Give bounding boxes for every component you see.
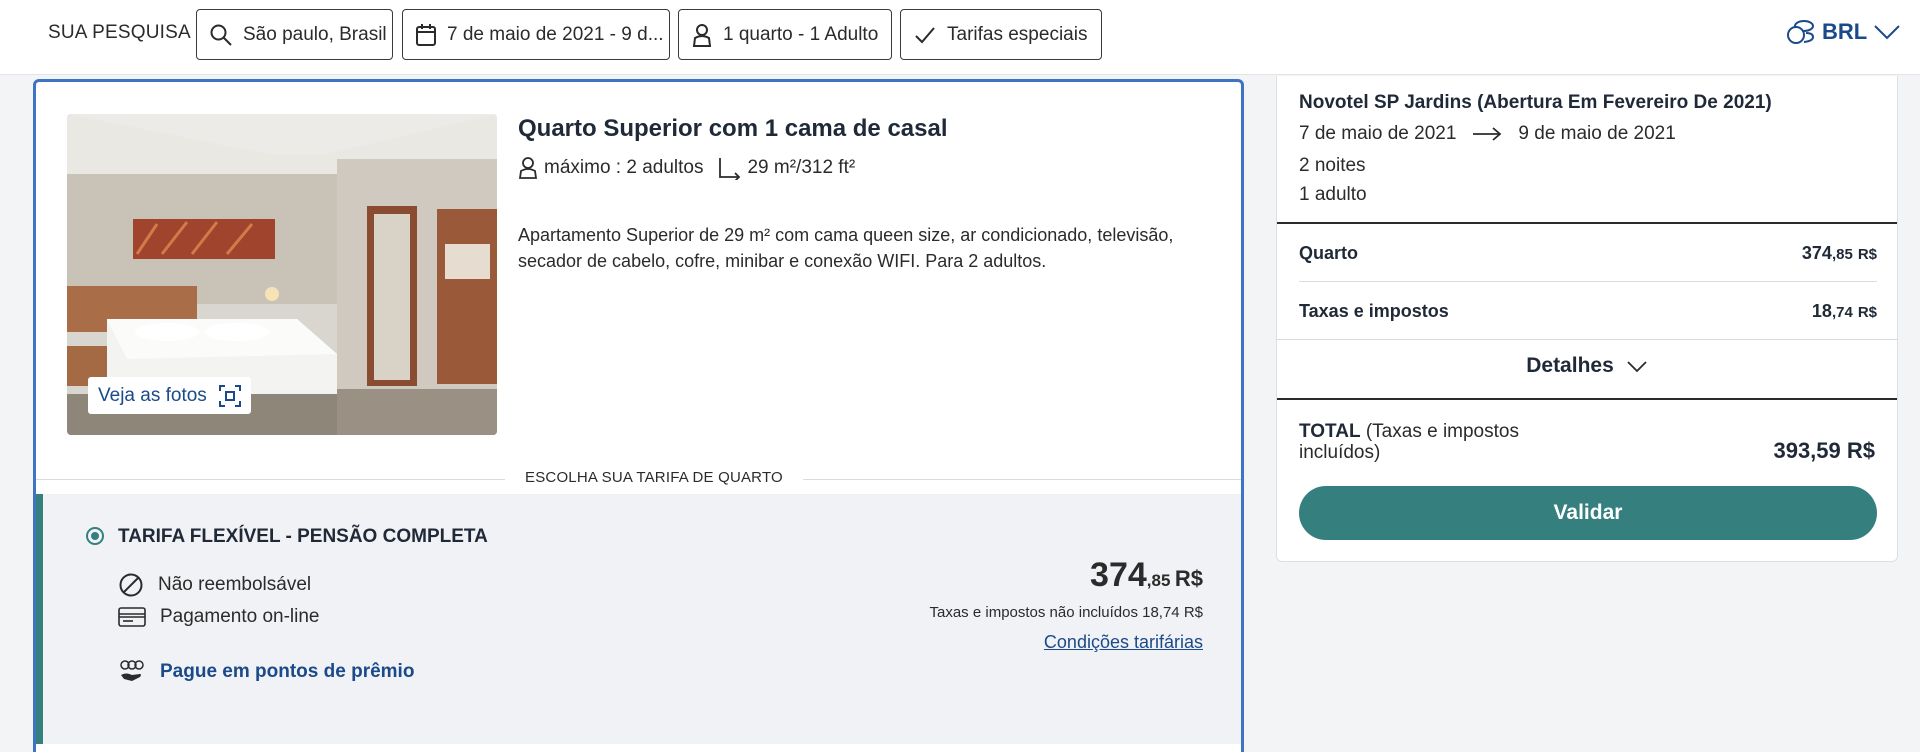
expand-icon xyxy=(218,384,241,407)
person-icon xyxy=(692,23,712,47)
total-title: TOTAL xyxy=(1299,421,1361,442)
rate-price-cents: ,85 xyxy=(1146,571,1171,590)
room-title: Quarto Superior com 1 cama de casal xyxy=(518,115,948,142)
rate-tax-note: Taxas e impostos não incluídos 18,74 R$ xyxy=(929,604,1204,621)
total-amount: 393,59 R$ xyxy=(1773,438,1875,463)
pay-with-points-label: Pague em pontos de prêmio xyxy=(160,661,415,682)
rate-option[interactable]: TARIFA FLEXÍVEL - PENSÃO COMPLETA Não re… xyxy=(36,494,1241,744)
reward-points-icon xyxy=(120,660,144,681)
rate-section-label: ESCOLHA SUA TARIFA DE QUARTO xyxy=(505,469,803,486)
credit-card-icon xyxy=(118,607,146,627)
checkout-date: 9 de maio de 2021 xyxy=(1518,123,1676,144)
room-price-row: Quarto 374,85 R$ xyxy=(1299,243,1877,264)
special-rates-label: Tarifas especiais xyxy=(947,23,1088,45)
chevron-down-icon xyxy=(1874,25,1900,40)
area-icon xyxy=(719,158,741,180)
rate-price-currency: R$ xyxy=(1174,566,1203,591)
room-meta: máximo : 2 adultos 29 m²/312 ft² xyxy=(518,156,855,180)
location-value: São paulo, Brasil xyxy=(243,23,387,45)
room-description: Apartamento Superior de 29 m² com cama q… xyxy=(518,225,1174,271)
see-photos-label: Veja as fotos xyxy=(98,384,207,406)
hotel-name: Novotel SP Jardins (Abertura Em Fevereir… xyxy=(1299,92,1772,113)
divider xyxy=(1299,281,1877,282)
nights-count: 2 noites xyxy=(1299,155,1366,176)
taxes-currency: R$ xyxy=(1857,304,1877,321)
search-bar: SUA PESQUISA São paulo, Brasil 7 de maio… xyxy=(0,0,1920,75)
room-price-label: Quarto xyxy=(1299,243,1359,263)
rate-name: TARIFA FLEXÍVEL - PENSÃO COMPLETA xyxy=(118,526,488,547)
location-chip[interactable]: São paulo, Brasil xyxy=(196,9,393,60)
taxes-label: Taxas e impostos xyxy=(1299,301,1449,321)
divider xyxy=(1277,339,1897,340)
calendar-icon xyxy=(416,23,436,46)
special-rates-chip[interactable]: Tarifas especiais xyxy=(900,9,1102,60)
prohibited-icon xyxy=(119,573,143,597)
booking-summary: Novotel SP Jardins (Abertura Em Fevereir… xyxy=(1276,76,1898,562)
details-toggle[interactable]: Detalhes xyxy=(1277,354,1897,378)
search-label: SUA PESQUISA xyxy=(48,22,191,43)
see-photos-button[interactable]: Veja as fotos xyxy=(88,377,251,414)
search-icon xyxy=(210,24,232,46)
person-icon xyxy=(518,157,538,179)
currency-label: BRL xyxy=(1822,19,1868,44)
details-label: Detalhes xyxy=(1526,354,1614,377)
arrow-right-icon xyxy=(1473,127,1502,141)
dates-chip[interactable]: 7 de maio de 2021 - 9 d... xyxy=(402,9,670,60)
rate-price-integer: 374 xyxy=(1090,556,1147,594)
room-capacity: máximo : 2 adultos xyxy=(544,157,704,178)
dates-value: 7 de maio de 2021 - 9 d... xyxy=(447,23,664,45)
taxes-row: Taxas e impostos 18,74 R$ xyxy=(1299,301,1877,322)
taxes-cents: ,74 xyxy=(1831,304,1853,321)
rate-conditions-link[interactable]: Condições tarifárias xyxy=(1044,632,1203,653)
rate-feature-non-refundable: Não reembolsável xyxy=(118,572,311,598)
check-icon xyxy=(915,26,935,43)
rate-price: 374,85 R$ xyxy=(1090,556,1203,595)
coins-icon xyxy=(1787,20,1815,44)
occupancy-chip[interactable]: 1 quarto - 1 Adulto xyxy=(678,9,892,60)
taxes-integer: 18 xyxy=(1811,301,1832,321)
rate-feature-online-payment: Pagamento on-line xyxy=(118,606,320,628)
room-card: Veja as fotos Quarto Superior com 1 cama… xyxy=(33,79,1244,752)
room-price-cents: ,85 xyxy=(1831,246,1853,263)
total-label: TOTAL (Taxas e impostos incluídos) xyxy=(1299,421,1539,463)
rate-feature-label: Não reembolsável xyxy=(158,574,312,595)
adults-count: 1 adulto xyxy=(1299,184,1367,205)
occupancy-value: 1 quarto - 1 Adulto xyxy=(723,23,879,45)
rate-radio[interactable] xyxy=(86,527,104,545)
validate-button[interactable]: Validar xyxy=(1299,486,1877,540)
room-photo[interactable]: Veja as fotos xyxy=(67,114,497,435)
divider xyxy=(1277,398,1897,400)
rate-feature-label: Pagamento on-line xyxy=(160,606,320,627)
pay-with-points-link[interactable]: Pague em pontos de prêmio xyxy=(118,660,414,684)
room-price-amount: 374,85 R$ xyxy=(1802,243,1877,264)
divider xyxy=(1277,222,1897,224)
room-price-currency: R$ xyxy=(1857,246,1877,263)
taxes-amount: 18,74 R$ xyxy=(1812,301,1877,322)
stay-dates: 7 de maio de 2021 9 de maio de 2021 xyxy=(1299,123,1676,145)
room-size: 29 m²/312 ft² xyxy=(747,157,856,178)
checkin-date: 7 de maio de 2021 xyxy=(1299,123,1457,144)
currency-selector[interactable]: BRL xyxy=(1786,18,1901,46)
room-price-integer: 374 xyxy=(1801,243,1832,263)
chevron-down-icon xyxy=(1627,361,1647,373)
